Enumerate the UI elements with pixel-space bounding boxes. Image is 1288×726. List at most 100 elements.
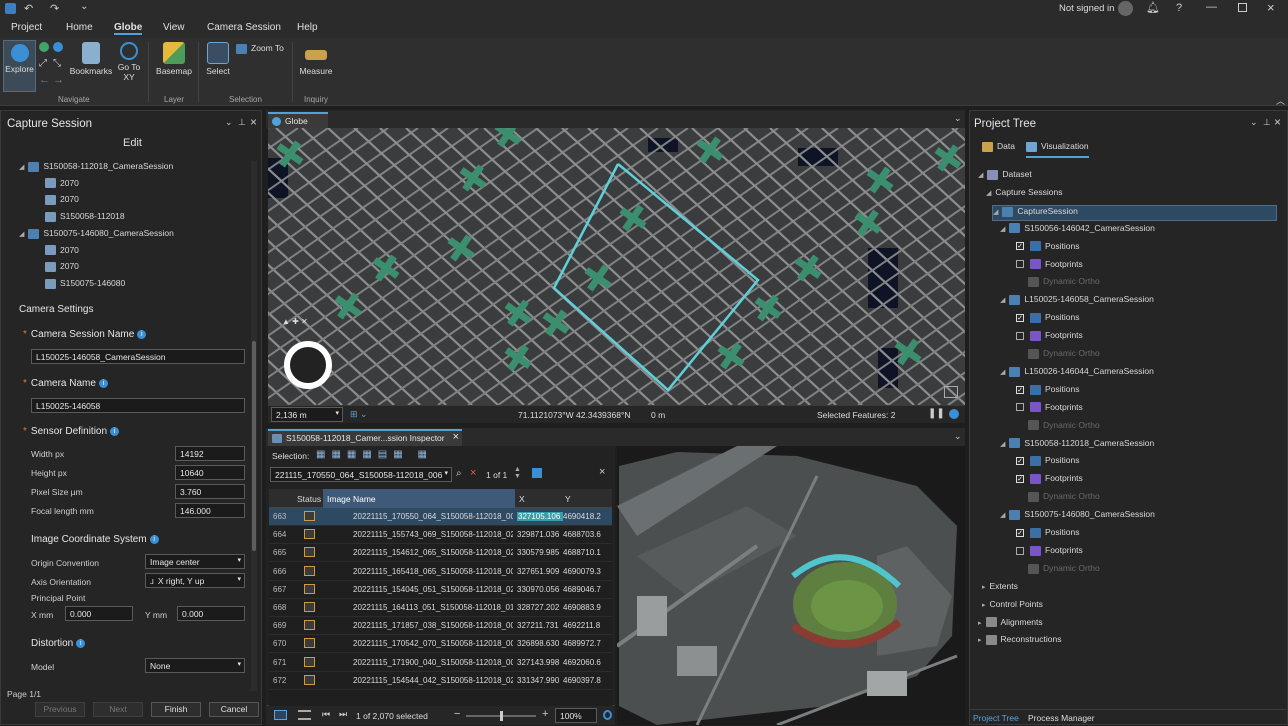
table-row[interactable]: 669 20221115_171857_038_S150058-112018_00… <box>269 617 612 636</box>
pt-close-icon[interactable]: × <box>1274 115 1281 129</box>
tree-positions[interactable]: ✓ Positions <box>1016 527 1080 543</box>
panel-menu-icon[interactable]: ⌄ <box>225 117 233 128</box>
session-tree-item[interactable]: 2070 <box>45 261 79 277</box>
expand-arrow-icon[interactable]: ▸ <box>982 584 986 591</box>
table-row[interactable]: 670 20221115_170542_070_S150058-112018_00… <box>269 635 612 654</box>
map-notes-icon[interactable] <box>944 386 958 398</box>
globe-map[interactable]: ▲ ✚ ✕ <box>268 128 965 405</box>
table-row[interactable]: 667 20221115_154045_051_S150058-112018_02… <box>269 581 612 599</box>
navigator-compass-icon[interactable] <box>284 341 332 389</box>
expand-arrow-icon[interactable]: ◢ <box>993 209 998 216</box>
measure-button[interactable]: Measure <box>296 42 336 76</box>
tree-capture-sessions[interactable]: ◢ Capture Sessions <box>986 187 1062 203</box>
basemap-button[interactable]: Basemap <box>154 42 194 76</box>
help-icon[interactable]: ? <box>1176 2 1182 14</box>
redo-icon[interactable]: ↷ <box>50 2 59 15</box>
scrollbar[interactable] <box>251 161 257 691</box>
menu-globe[interactable]: Globe <box>114 22 143 35</box>
undo-icon[interactable]: ↶ <box>24 2 33 15</box>
finish-button[interactable]: Finish <box>151 702 201 717</box>
pixel-size-input[interactable]: 3.760 <box>175 484 245 499</box>
tree-camera-session[interactable]: ◢ L150026-146044_CameraSession <box>1000 366 1154 382</box>
globe-tab-menu-icon[interactable]: ⌄ <box>954 113 962 124</box>
view-options-icon[interactable]: ⊞ ⌄ <box>350 409 368 420</box>
tree-dataset[interactable]: ◢ Dataset <box>978 169 1032 185</box>
expand-arrow-icon[interactable]: ◢ <box>19 164 24 171</box>
nav-control-icons[interactable]: ▲ ✚ ✕ <box>282 317 308 326</box>
pt-pin-icon[interactable]: ⊥ <box>1263 117 1271 128</box>
session-tree-item[interactable]: S150075-146080 <box>45 278 125 294</box>
session-tree-item[interactable]: 2070 <box>45 245 79 261</box>
width-input[interactable]: 14192 <box>175 446 245 461</box>
tree-camera-session[interactable]: ◢ S150058-112018_CameraSession <box>1000 438 1154 454</box>
expand-arrow-icon[interactable]: ◢ <box>1000 226 1005 233</box>
height-input[interactable]: 10640 <box>175 465 245 480</box>
zoom-select[interactable]: 100% <box>555 708 597 723</box>
col-x[interactable]: X <box>519 494 525 504</box>
tree-reconstructions[interactable]: ▸ Reconstructions <box>978 634 1061 650</box>
model-select[interactable]: None ▾ <box>145 658 245 673</box>
previous-button[interactable]: Previous <box>35 702 85 717</box>
tree-dynamic-ortho[interactable]: Dynamic Ortho <box>1028 563 1100 579</box>
search-close-icon[interactable]: × <box>599 466 605 478</box>
tab-data[interactable]: Data <box>982 141 1015 152</box>
expand-arrow-icon[interactable]: ◢ <box>1000 297 1005 304</box>
select-button[interactable]: Select <box>202 42 234 76</box>
bookmarks-button[interactable]: Bookmarks <box>68 42 114 76</box>
table-row[interactable]: 671 20221115_171900_040_S150058-112018_00… <box>269 654 612 672</box>
tree-dynamic-ortho[interactable]: Dynamic Ortho <box>1028 348 1100 364</box>
expand-arrow-icon[interactable]: ◢ <box>19 231 24 238</box>
table-options-icon[interactable] <box>532 468 542 478</box>
tab-visualization[interactable]: Visualization <box>1026 141 1089 158</box>
tree-alignments[interactable]: ▸ Alignments <box>978 617 1043 633</box>
visibility-checkbox[interactable]: ✓ <box>1016 242 1024 251</box>
menu-project[interactable]: Project <box>11 22 42 33</box>
visibility-checkbox[interactable]: ✓ <box>1016 385 1024 394</box>
refresh-icon[interactable] <box>949 409 959 419</box>
pause-icon[interactable]: ❚❚ <box>928 408 945 419</box>
pt-menu-icon[interactable]: ⌄ <box>1250 117 1258 128</box>
tree-capture-session[interactable]: ◢ CaptureSession <box>992 204 1277 221</box>
expand-arrow-icon[interactable]: ◢ <box>1000 512 1005 519</box>
selected-features[interactable]: Selected Features: 2 <box>817 410 895 420</box>
visibility-checkbox[interactable]: ✓ <box>1016 528 1024 537</box>
cancel-button[interactable]: Cancel <box>209 702 259 717</box>
table-row[interactable]: 665 20221115_154612_065_S150058-112018_02… <box>269 544 612 563</box>
expand-arrow-icon[interactable]: ◢ <box>978 172 983 179</box>
visibility-checkbox[interactable] <box>1016 331 1024 340</box>
tree-camera-session[interactable]: ◢ S150075-146080_CameraSession <box>1000 509 1155 525</box>
session-tree-item[interactable]: S150058-112018 <box>45 211 125 227</box>
maximize-icon[interactable] <box>1238 3 1247 12</box>
view-list-icon[interactable] <box>274 710 287 720</box>
scale-select[interactable]: 2,136 m ▾ <box>271 407 343 422</box>
tree-camera-session[interactable]: ◢ L150025-146058_CameraSession <box>1000 294 1154 310</box>
visibility-checkbox[interactable] <box>1016 260 1024 269</box>
zoom-out-icon[interactable]: − <box>454 708 460 720</box>
expand-arrow-icon[interactable]: ◢ <box>986 190 991 197</box>
menu-home[interactable]: Home <box>66 22 93 33</box>
next-button[interactable]: Next <box>93 702 143 717</box>
ymm-input[interactable]: 0.000 <box>177 606 245 621</box>
tree-dynamic-ortho[interactable]: Dynamic Ortho <box>1028 420 1100 436</box>
menu-view[interactable]: View <box>163 22 185 33</box>
globe-small-icon[interactable] <box>53 42 63 52</box>
pin-icon[interactable]: ⊥ <box>238 117 246 128</box>
col-y[interactable]: Y <box>565 494 571 504</box>
session-tree-item[interactable]: 2070 <box>45 194 79 210</box>
tree-footprints[interactable]: Footprints <box>1016 259 1083 275</box>
globe-tab[interactable]: Globe <box>268 112 328 128</box>
scrollbar-thumb[interactable] <box>252 341 256 551</box>
first-page-icon[interactable]: ⏮ <box>322 709 330 720</box>
goto-xy-button[interactable]: Go To XY <box>116 42 142 82</box>
tree-footprints[interactable]: Footprints <box>1016 545 1083 561</box>
tree-dynamic-ortho[interactable]: Dynamic Ortho <box>1028 276 1100 292</box>
tree-positions[interactable]: ✓ Positions <box>1016 241 1080 257</box>
image-viewer[interactable] <box>617 446 965 725</box>
menu-help[interactable]: Help <box>297 22 318 33</box>
focal-length-input[interactable]: 146.000 <box>175 503 245 518</box>
session-tree-item[interactable]: ◢ S150075-146080_CameraSession <box>19 228 174 244</box>
expand-arrow-icon[interactable]: ▸ <box>978 620 982 627</box>
view-grid-icon[interactable] <box>298 710 311 720</box>
tree-extents[interactable]: ▸ Extents <box>982 581 1018 597</box>
last-page-icon[interactable]: ⏭ <box>339 709 347 720</box>
